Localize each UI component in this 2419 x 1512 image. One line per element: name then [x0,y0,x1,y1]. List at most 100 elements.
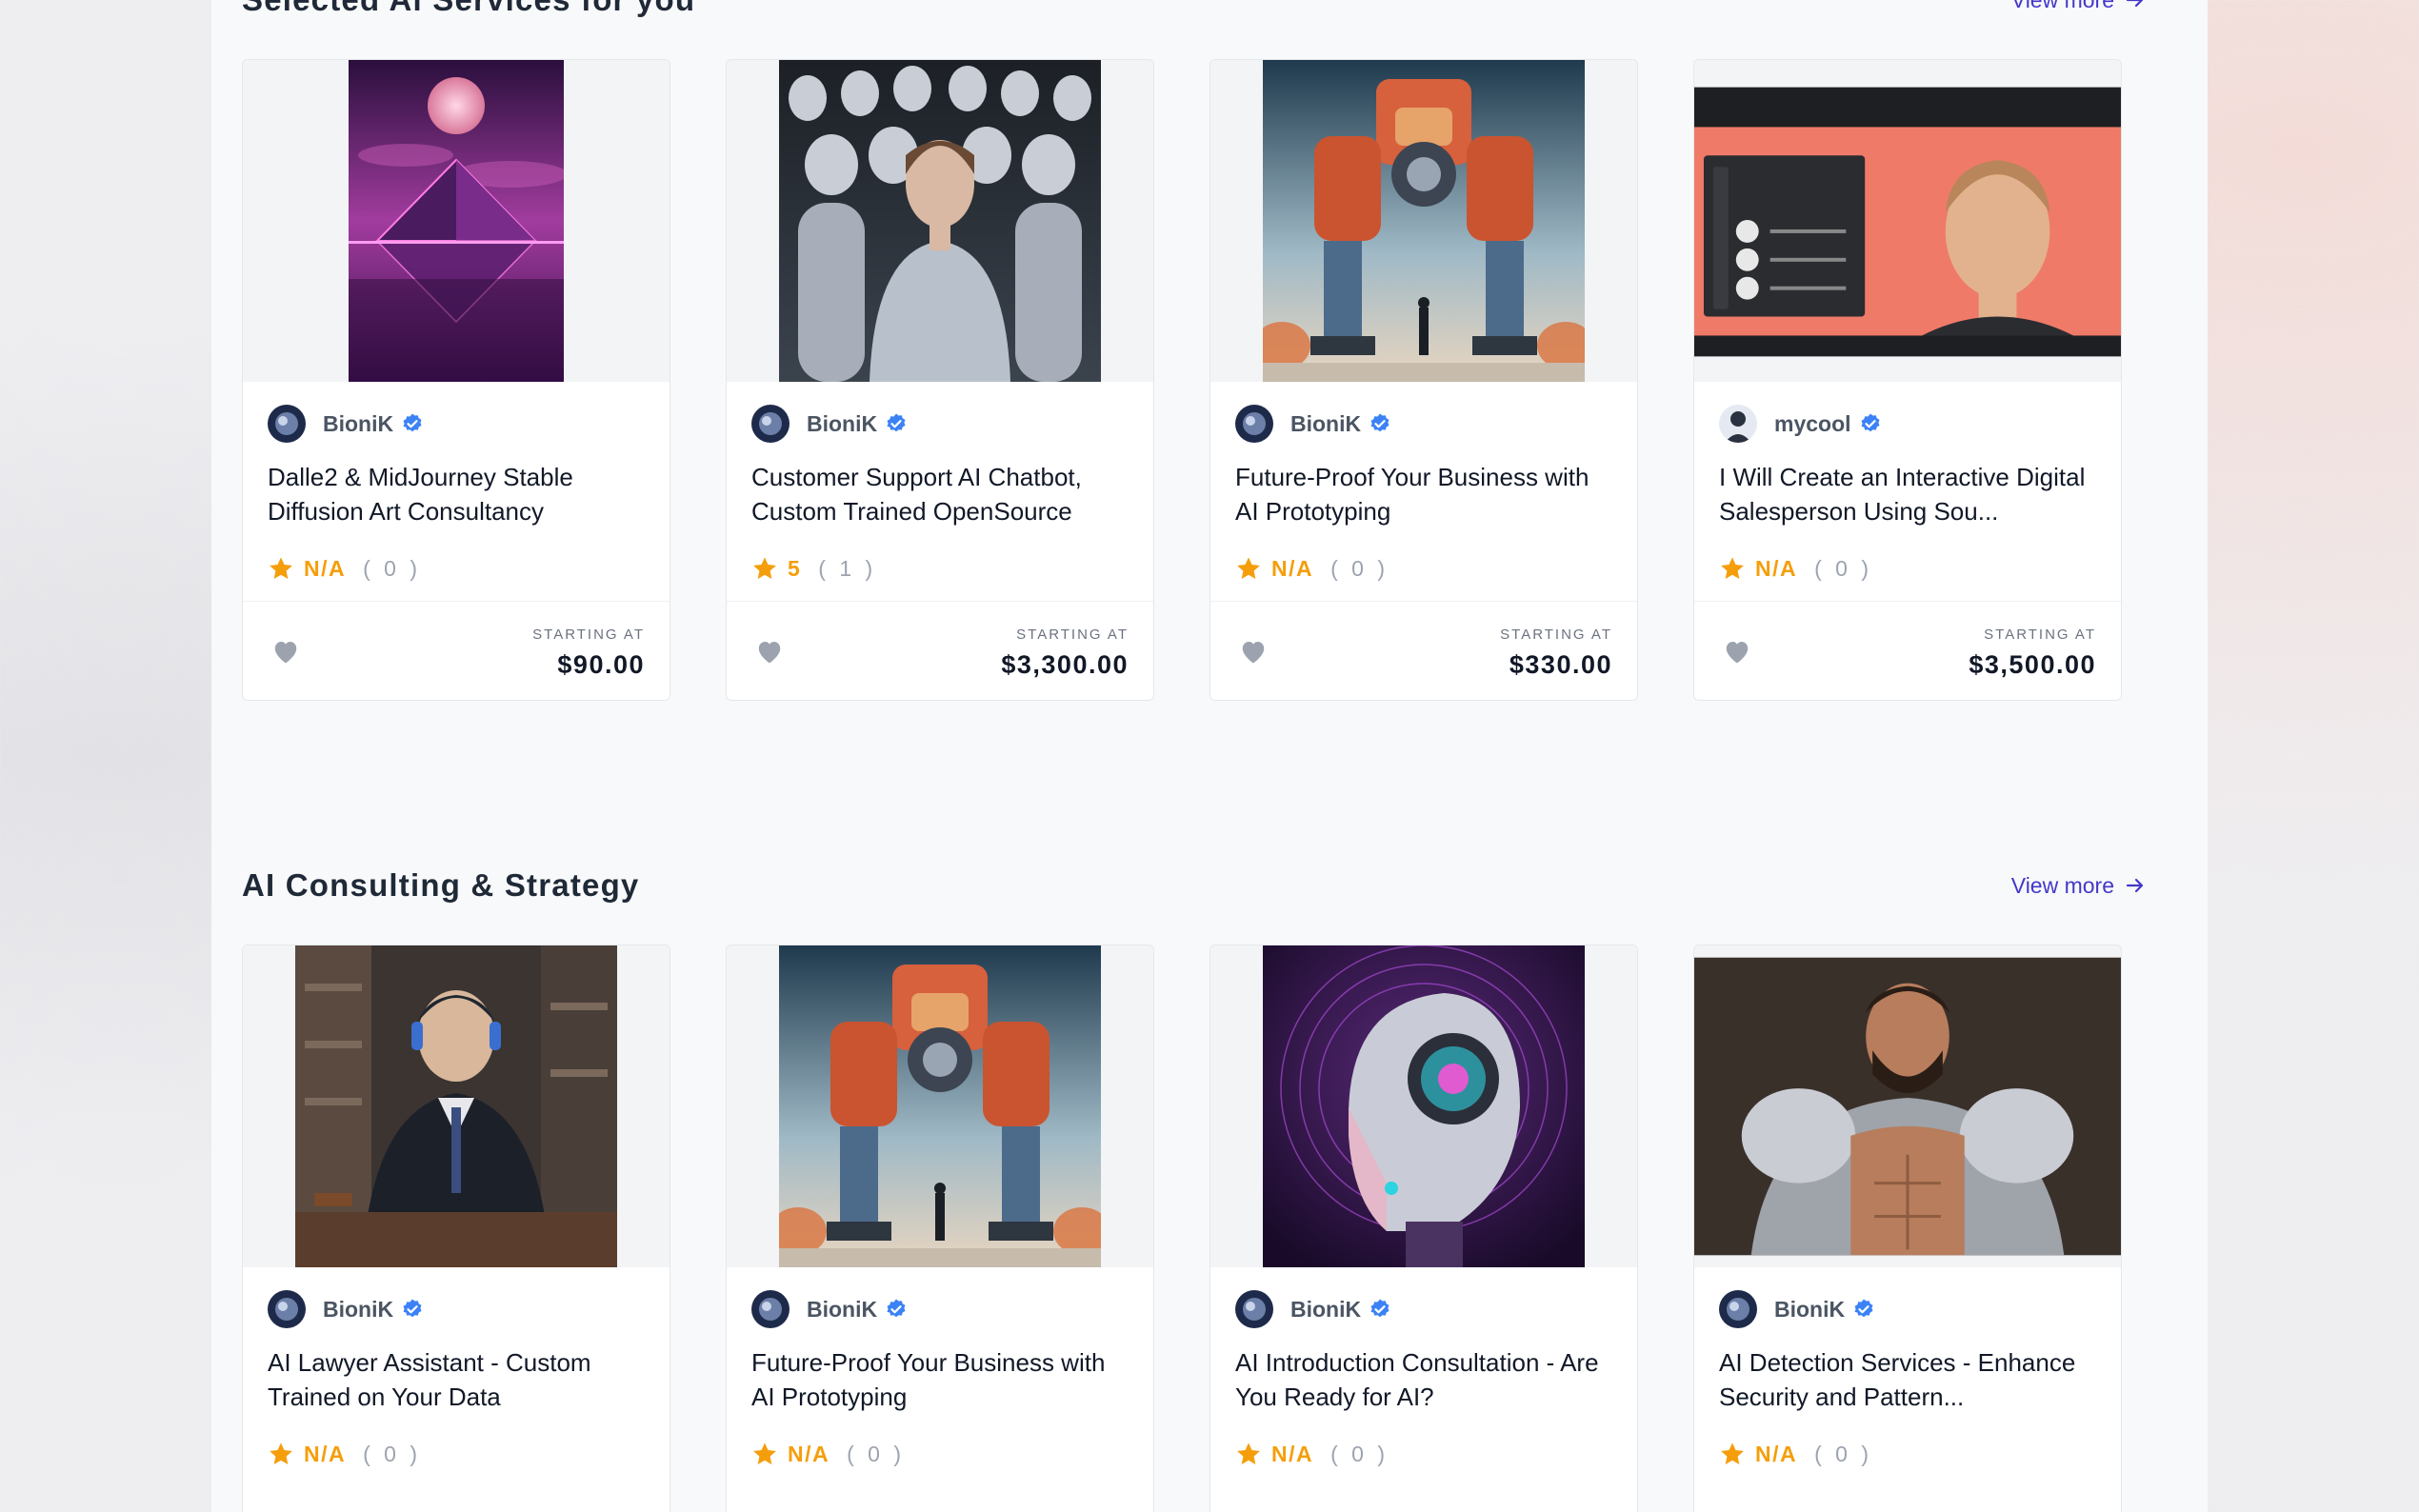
seller-info[interactable]: BioniK [1235,405,1391,443]
seller-info[interactable]: BioniK [1235,1290,1391,1328]
seller-info[interactable]: BioniK [751,405,908,443]
service-card[interactable]: BioniK Future-Proof Your Business with A… [726,945,1154,1512]
service-title[interactable]: AI Lawyer Assistant - Custom Trained on … [268,1345,649,1414]
main-panel: Selected Ai Services for you View more [211,0,2208,1512]
view-more-label: View more [2010,873,2114,898]
rating-count: ( 0 ) [1814,1441,1873,1466]
star-icon [1237,1442,1260,1464]
avatar [1235,1290,1273,1328]
seller-info[interactable]: BioniK [1719,1290,1875,1328]
price-box: STARTING AT $330.00 [1500,627,1612,680]
seller-name: BioniK [323,1296,394,1322]
service-thumbnail [243,60,670,382]
view-more-link[interactable]: View more [2011,0,2147,29]
service-thumbnail [1210,60,1637,382]
service-title[interactable]: Future-Proof Your Business with AI Proto… [751,1345,1132,1414]
verified-badge-icon [1370,413,1389,432]
card-footer: STARTING AT $90.00 [243,601,670,700]
seller-info[interactable]: BioniK [751,1290,908,1328]
rating-count: ( 1 ) [818,555,877,581]
section-title: Selected Ai Services for you [242,0,695,29]
verified-badge-icon [403,413,422,432]
view-more-link[interactable]: View more [2011,857,2147,914]
star-icon [270,557,292,579]
arrow-right-icon [2126,0,2144,8]
starting-at-label: STARTING AT [1500,627,1612,643]
service-thumbnail [727,60,1153,382]
rating-value: 5 [788,555,802,581]
avatar [268,405,306,443]
rating-value: N/A [304,555,347,581]
service-card[interactable]: BioniK AI Detection Services - Enhance S… [1693,945,2122,1512]
heart-icon[interactable] [1239,638,1268,665]
heart-icon[interactable] [755,638,784,665]
starting-at-label: STARTING AT [1984,627,2096,643]
rating-value: N/A [1271,1441,1314,1466]
rating-count: ( 0 ) [847,1441,906,1466]
service-card[interactable]: BioniK Future-Proof Your Business with A… [1210,59,1638,701]
avatar [1235,405,1273,443]
rating: 5 ( 1 ) [751,555,876,582]
service-card[interactable]: BioniK AI Introduction Consultation - Ar… [1210,945,1638,1512]
rating: N/A ( 0 ) [1235,1441,1389,1467]
star-icon [753,557,776,579]
view-more-label: View more [2010,0,2114,12]
rating-value: N/A [1755,555,1798,581]
service-card[interactable]: BioniK Customer Support AI Chatbot, Cust… [726,59,1154,701]
avatar [751,1290,790,1328]
heart-icon[interactable] [1723,638,1751,665]
service-title[interactable]: Customer Support AI Chatbot, Custom Trai… [751,460,1132,528]
rating: N/A ( 0 ) [1235,555,1389,582]
service-title[interactable]: Future-Proof Your Business with AI Proto… [1235,460,1616,528]
rating: N/A ( 0 ) [1719,555,1872,582]
service-title[interactable]: I Will Create an Interactive Digital Sal… [1719,460,2100,528]
seller-name: BioniK [807,1296,878,1322]
verified-badge-icon [1861,413,1880,432]
star-icon [270,1442,292,1464]
rating-count: ( 0 ) [363,555,422,581]
card-footer: STARTING AT $330.00 [1210,601,1637,700]
price: $3,300.00 [1001,650,1129,679]
card-footer: STARTING AT $3,300.00 [727,601,1153,700]
arrow-right-icon [2126,878,2144,893]
seller-name: BioniK [1290,1296,1362,1322]
service-card[interactable]: BioniK Dalle2 & MidJourney Stable Diffus… [242,59,670,701]
service-title[interactable]: AI Introduction Consultation - Are You R… [1235,1345,1616,1414]
price-box: STARTING AT $90.00 [532,627,645,680]
section-title: AI Consulting & Strategy [242,867,640,903]
star-icon [1721,557,1744,579]
price: $3,500.00 [1969,650,2096,679]
seller-info[interactable]: mycool [1719,405,1882,443]
service-thumbnail [1210,945,1637,1267]
price: $330.00 [1509,650,1612,679]
price-box: STARTING AT $3,500.00 [1969,627,2096,680]
star-icon [753,1442,776,1464]
avatar [268,1290,306,1328]
price-box: STARTING AT $3,300.00 [1001,627,1129,680]
service-card[interactable]: BioniK AI Lawyer Assistant - Custom Trai… [242,945,670,1512]
rating: N/A ( 0 ) [268,555,421,582]
seller-info[interactable]: BioniK [268,405,424,443]
avatar [1719,1290,1757,1328]
rating: N/A ( 0 ) [751,1441,905,1467]
starting-at-label: STARTING AT [532,627,645,643]
avatar [751,405,790,443]
rating-value: N/A [1271,555,1314,581]
heart-icon[interactable] [271,638,300,665]
seller-name: BioniK [1774,1296,1846,1322]
verified-badge-icon [1370,1299,1389,1318]
service-thumbnail [1694,60,2121,382]
service-title[interactable]: Dalle2 & MidJourney Stable Diffusion Art… [268,460,649,528]
avatar [1719,405,1757,443]
rating-count: ( 0 ) [363,1441,422,1466]
star-icon [1721,1442,1744,1464]
seller-name: BioniK [807,410,878,436]
rating-count: ( 0 ) [1814,555,1873,581]
service-title[interactable]: AI Detection Services - Enhance Security… [1719,1345,2100,1414]
rating: N/A ( 0 ) [268,1441,421,1467]
rating-count: ( 0 ) [1330,555,1389,581]
service-thumbnail [1694,945,2121,1267]
rating-count: ( 0 ) [1330,1441,1389,1466]
seller-info[interactable]: BioniK [268,1290,424,1328]
service-card[interactable]: mycool I Will Create an Interactive Digi… [1693,59,2122,701]
